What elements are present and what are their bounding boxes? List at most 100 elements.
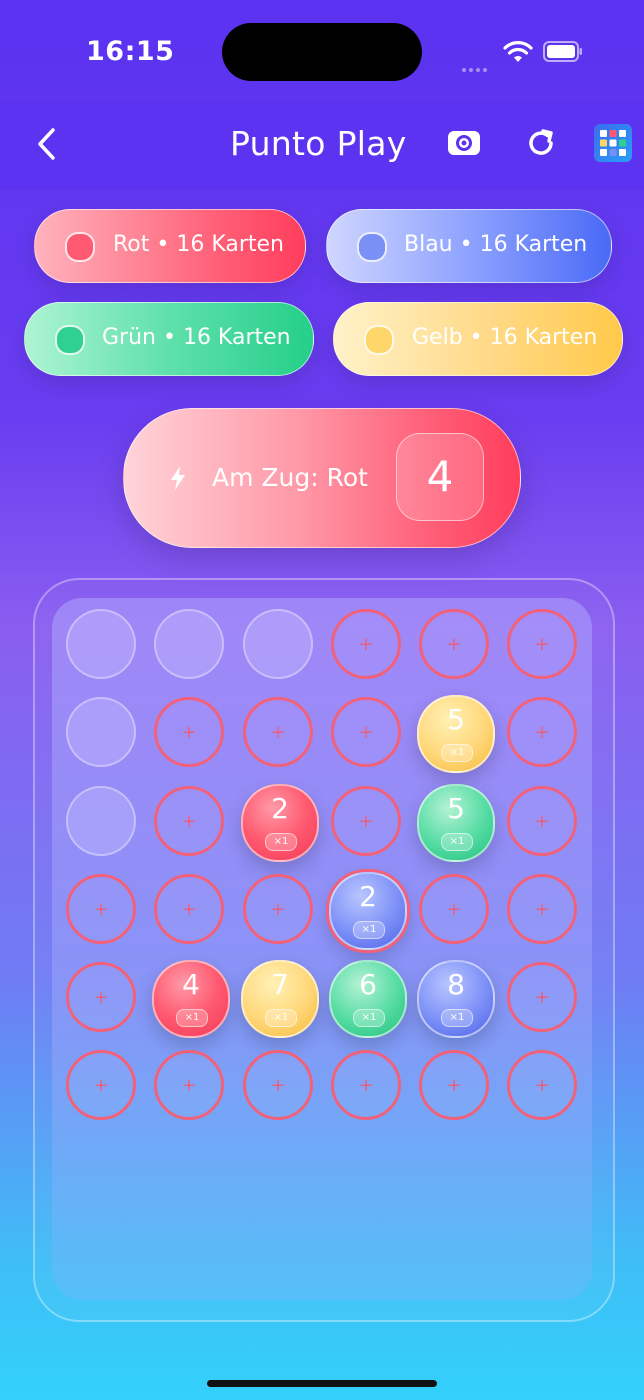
board-cell-playable[interactable]: + — [331, 786, 401, 856]
top-navigation-bar: Punto Play — [0, 100, 644, 190]
card-value: 6 — [359, 968, 377, 1001]
plus-icon: + — [358, 1075, 374, 1096]
plus-icon: + — [534, 634, 550, 655]
board-cell-unavailable — [243, 609, 313, 679]
player-color-dot — [65, 232, 95, 262]
card-value: 5 — [447, 792, 465, 825]
board-card-red[interactable]: 2 ×1 — [241, 784, 319, 862]
page-title: Punto Play — [230, 124, 407, 163]
player-color-dot — [364, 325, 394, 355]
board-cell-playable[interactable]: + — [66, 1050, 136, 1120]
back-chevron-icon[interactable] — [34, 124, 58, 164]
board-grid-icon[interactable] — [594, 124, 632, 162]
plus-icon: + — [534, 987, 550, 1008]
board-card-blue[interactable]: 8 ×1 — [417, 960, 495, 1038]
plus-icon: + — [93, 987, 109, 1008]
home-indicator — [207, 1380, 437, 1387]
board-cell-playable[interactable]: + — [243, 874, 313, 944]
plus-icon: + — [93, 899, 109, 920]
board-cell-playable[interactable]: + — [507, 697, 577, 767]
current-turn-panel: Am Zug: Rot 4 — [123, 408, 521, 548]
board-cell-playable[interactable]: + — [66, 874, 136, 944]
plus-icon: + — [446, 634, 462, 655]
board-cell-playable[interactable]: + — [507, 874, 577, 944]
plus-icon: + — [534, 811, 550, 832]
board-cell-playable[interactable]: + — [419, 874, 489, 944]
board-cell-playable[interactable]: + — [331, 609, 401, 679]
player-pill-red: Rot • 16 Karten — [34, 209, 306, 283]
board-cell-playable[interactable]: + — [154, 786, 224, 856]
plus-icon: + — [181, 1075, 197, 1096]
board-cell-playable[interactable]: + — [243, 1050, 313, 1120]
card-stack-count-badge: ×1 — [265, 833, 297, 851]
board-cell-playable[interactable]: + — [419, 1050, 489, 1120]
plus-icon: + — [446, 1075, 462, 1096]
card-value: 4 — [182, 968, 200, 1001]
board-cell-playable[interactable]: + — [243, 697, 313, 767]
card-stack-count-badge: ×1 — [441, 833, 473, 851]
board-cell-playable[interactable]: + — [154, 697, 224, 767]
card-stack-count-badge: ×1 — [265, 1009, 297, 1027]
player-color-dot — [357, 232, 387, 262]
lightning-icon — [171, 466, 185, 490]
plus-icon: + — [181, 811, 197, 832]
player-label: Blau • 16 Karten — [404, 232, 588, 257]
card-value: 7 — [271, 968, 289, 1001]
board-cell-unavailable — [66, 786, 136, 856]
board-cell-unavailable — [154, 609, 224, 679]
board-card-yellow[interactable]: 5 ×1 — [417, 695, 495, 773]
card-value: 2 — [359, 880, 377, 913]
cellular-signal-icon — [462, 57, 494, 72]
plus-icon: + — [181, 899, 197, 920]
player-pill-yellow: Gelb • 16 Karten — [333, 302, 623, 376]
board-cell-playable[interactable]: + — [154, 874, 224, 944]
board-cell-playable[interactable]: + — [507, 962, 577, 1032]
board-card-green[interactable]: 6 ×1 — [329, 960, 407, 1038]
board-card-green[interactable]: 5 ×1 — [417, 784, 495, 862]
board-cell-playable[interactable]: + — [507, 786, 577, 856]
card-stack-count-badge: ×1 — [353, 1009, 385, 1027]
plus-icon: + — [270, 899, 286, 920]
board-cell-playable[interactable]: + — [507, 1050, 577, 1120]
board-cell-playable[interactable]: + — [66, 962, 136, 1032]
wifi-icon — [503, 41, 533, 62]
camera-icon[interactable] — [446, 125, 482, 161]
card-stack-count-badge: ×1 — [441, 744, 473, 762]
status-time: 16:15 — [86, 36, 175, 67]
plus-icon: + — [358, 811, 374, 832]
plus-icon: + — [534, 899, 550, 920]
board-card-yellow[interactable]: 7 ×1 — [241, 960, 319, 1038]
player-pill-green: Grün • 16 Karten — [24, 302, 314, 376]
turn-label: Am Zug: Rot — [212, 463, 368, 492]
board-cell-playable[interactable]: + — [419, 609, 489, 679]
plus-icon: + — [93, 1075, 109, 1096]
player-pill-blue: Blau • 16 Karten — [326, 209, 612, 283]
plus-icon: + — [358, 634, 374, 655]
current-card-value: 4 — [396, 433, 484, 521]
board-card-red[interactable]: 4 ×1 — [152, 960, 230, 1038]
refresh-icon[interactable] — [523, 125, 559, 161]
card-value: 8 — [447, 968, 465, 1001]
card-stack-count-badge: ×1 — [353, 921, 385, 939]
player-label: Rot • 16 Karten — [113, 232, 285, 257]
card-value: 2 — [271, 792, 289, 825]
player-label: Gelb • 16 Karten — [412, 325, 598, 350]
plus-icon: + — [534, 722, 550, 743]
battery-icon — [543, 41, 582, 62]
board-cell-playable[interactable]: + — [331, 697, 401, 767]
card-stack-count-badge: ×1 — [176, 1009, 208, 1027]
board-cell-playable[interactable]: + — [331, 1050, 401, 1120]
plus-icon: + — [358, 722, 374, 743]
card-stack-count-badge: ×1 — [441, 1009, 473, 1027]
plus-icon: + — [270, 1075, 286, 1096]
board-cell-unavailable — [66, 697, 136, 767]
dynamic-island — [222, 23, 422, 81]
board-cell-unavailable — [66, 609, 136, 679]
plus-icon: + — [270, 722, 286, 743]
board-cell-playable[interactable]: + — [507, 609, 577, 679]
card-value: 5 — [447, 703, 465, 736]
board-card-blue[interactable]: 2 ×1 — [329, 872, 407, 950]
board-cell-playable[interactable]: + — [154, 1050, 224, 1120]
plus-icon: + — [534, 1075, 550, 1096]
player-color-dot — [55, 325, 85, 355]
